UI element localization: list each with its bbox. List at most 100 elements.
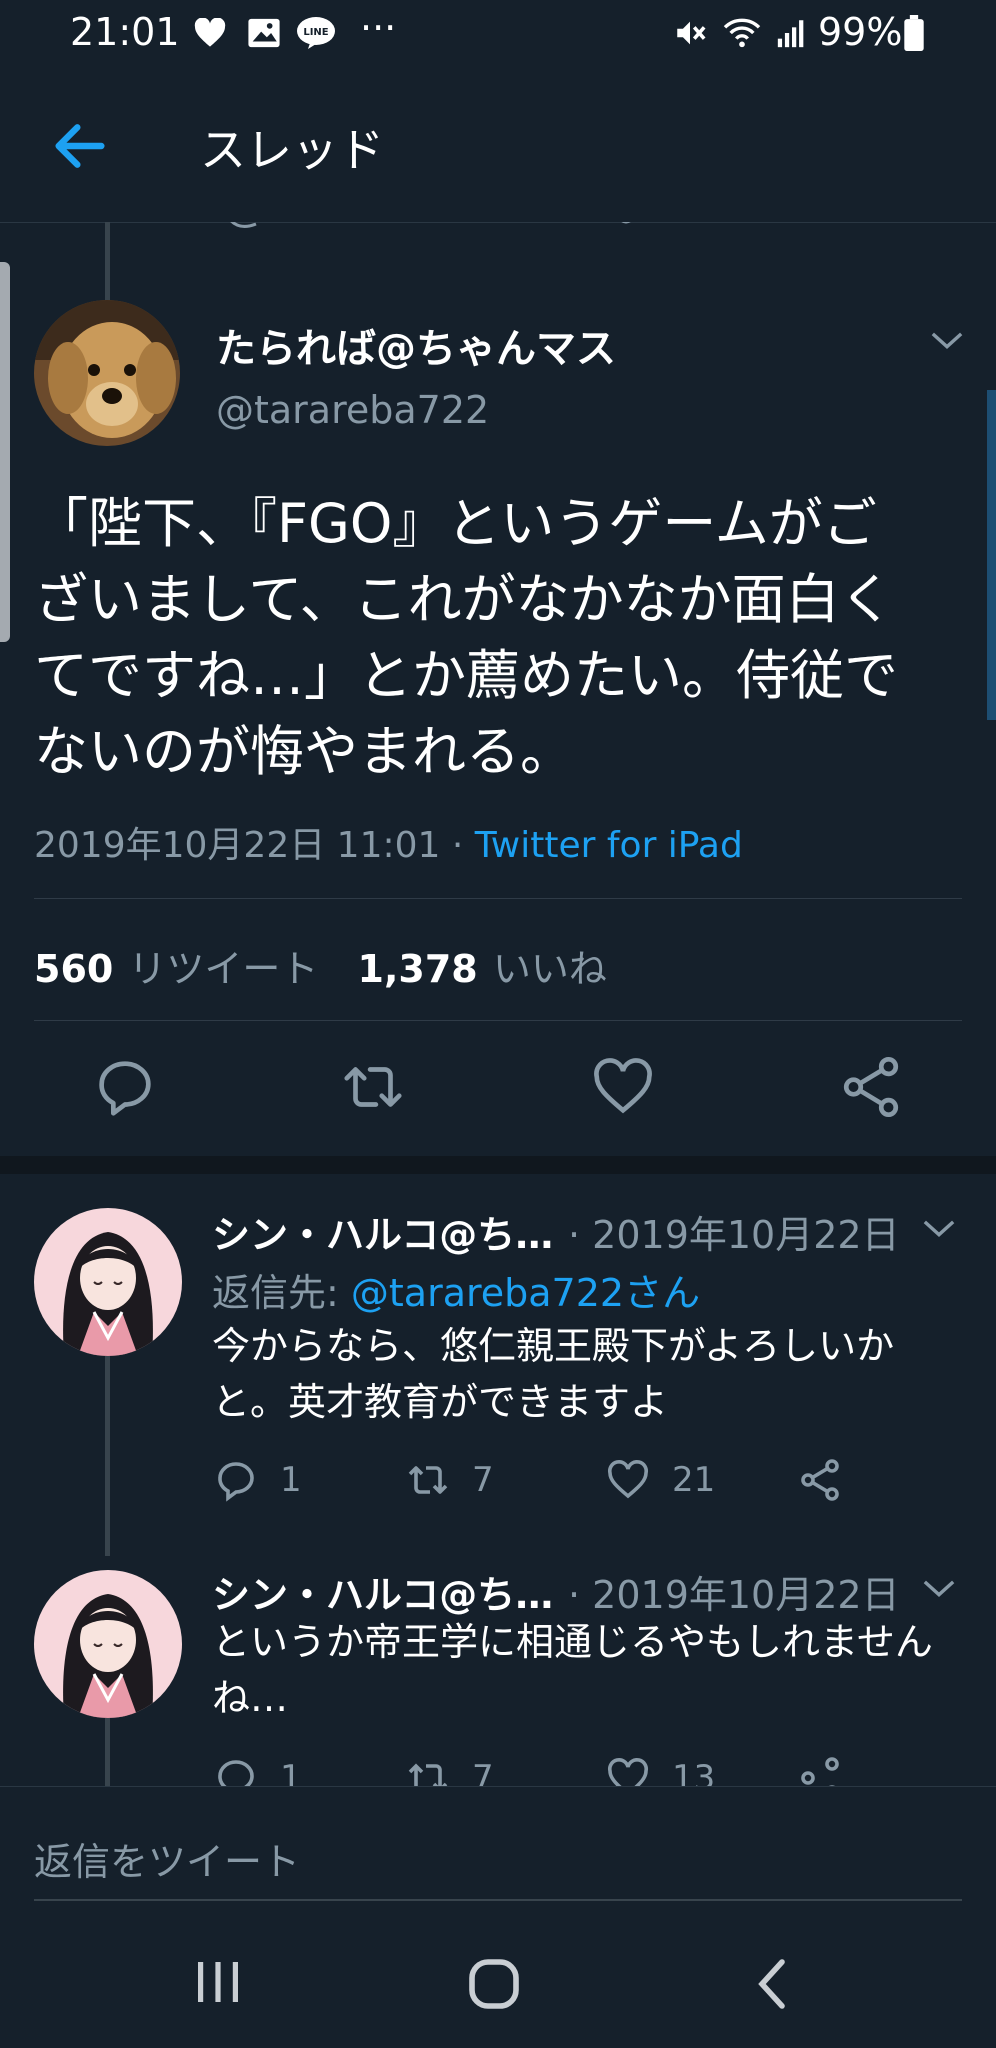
reply-share-button[interactable]	[796, 1754, 844, 1786]
avatar[interactable]	[34, 1208, 182, 1356]
battery-icon	[900, 14, 928, 52]
reply-text-line: というか帝王学に相通じるやもしれません	[212, 1620, 933, 1664]
reply-text-line: と。英才教育ができますよ	[212, 1380, 669, 1424]
retweet-count: 7	[472, 1460, 494, 1500]
retweet-count[interactable]: 560	[34, 947, 113, 991]
mute-icon	[670, 14, 710, 52]
reply-count: 1	[280, 1758, 302, 1786]
retweet-icon	[408, 1466, 448, 1494]
edge-panel-handle[interactable]	[0, 262, 10, 642]
like-count: 13	[672, 1758, 716, 1786]
tweet-text-line: ざいまして、これがなかなか面白く	[34, 568, 894, 631]
reply-author-name[interactable]: シン・ハルコ@ち…	[212, 1564, 553, 1619]
system-back-button[interactable]	[752, 1956, 792, 2012]
more-dots: ···	[360, 6, 397, 50]
reply-button[interactable]	[90, 1052, 160, 1122]
section-separator	[0, 1156, 996, 1174]
heart-outline-icon	[594, 1058, 652, 1114]
previous-tweet-cutoff	[0, 222, 996, 232]
system-nav-bar	[0, 1906, 996, 2048]
reply-like-button[interactable]: 21	[604, 1456, 715, 1504]
like-button[interactable]	[588, 1052, 658, 1122]
chevron-down-icon	[923, 1580, 955, 1597]
back-button[interactable]	[48, 114, 112, 178]
share-icon	[843, 1056, 899, 1118]
share-icon	[801, 1757, 839, 1786]
home-icon	[469, 1959, 519, 2009]
reply-date: · 2019年10月22日	[568, 1573, 900, 1617]
dog-avatar-image	[34, 300, 180, 446]
status-time: 21:01	[70, 10, 180, 54]
reply-icon	[218, 1760, 254, 1786]
reply-text: というか帝王学に相通じるやもしれません ね…	[212, 1614, 982, 1726]
retweet-icon	[408, 1763, 448, 1786]
svg-text:LINE: LINE	[303, 27, 328, 38]
scrollbar[interactable]	[987, 390, 996, 720]
page-title: スレッド	[200, 123, 384, 177]
home-button[interactable]	[466, 1956, 522, 2012]
reply-to-line: 返信先: @tarareba722さん	[212, 1262, 700, 1317]
heart-icon	[190, 14, 230, 52]
reply-author-name[interactable]: シン・ハルコ@ち…	[212, 1204, 553, 1259]
composer-underline	[34, 1899, 962, 1901]
reply-menu-button[interactable]	[922, 1218, 962, 1248]
recent-apps-icon	[198, 1962, 238, 2002]
chevron-down-icon	[931, 332, 963, 349]
anime-avatar-image	[34, 1208, 182, 1356]
reply-to-label: 返信先:	[212, 1271, 351, 1315]
reply-retweet-button[interactable]: 7	[404, 1754, 494, 1786]
reply-text-line: ね…	[212, 1676, 289, 1720]
reply-share-button[interactable]	[796, 1456, 844, 1504]
retweet-button[interactable]	[338, 1052, 408, 1122]
chevron-left-icon	[758, 1959, 785, 2009]
heart-outline-icon	[607, 1459, 649, 1499]
tweet-date: 2019年10月22日 11:01 ·	[34, 825, 475, 866]
image-icon	[244, 14, 284, 52]
author-name[interactable]: たられば@ちゃんマス	[216, 316, 616, 374]
avatar[interactable]	[34, 1570, 182, 1718]
reply-retweet-button[interactable]: 7	[404, 1456, 494, 1504]
reply-like-button[interactable]: 13	[604, 1754, 715, 1786]
chevron-down-icon	[923, 1220, 955, 1237]
divider	[34, 1020, 962, 1021]
status-bar: 21:01 LINE ··· 99%	[0, 0, 996, 66]
retweet-count: 7	[472, 1758, 494, 1786]
tweet-menu-button[interactable]	[930, 330, 970, 360]
tweet-client-link[interactable]: Twitter for iPad	[475, 825, 743, 866]
reply-to-handle[interactable]: @tarareba722さん	[351, 1271, 700, 1315]
reply-menu-button[interactable]	[922, 1578, 962, 1608]
heart-outline-icon	[607, 1757, 649, 1786]
reply-reply-button[interactable]: 1	[212, 1754, 302, 1786]
reply-input-placeholder[interactable]: 返信をツイート	[34, 1831, 300, 1886]
app-header: スレッド	[0, 66, 996, 223]
reply-icon	[99, 1061, 151, 1116]
tweet-text-line: ないのが悔やまれる。	[34, 720, 574, 783]
cutoff-action-row	[226, 222, 826, 232]
like-label[interactable]: いいね	[493, 947, 607, 991]
recent-apps-button[interactable]	[190, 1958, 246, 2006]
reply-icon	[218, 1462, 254, 1502]
share-icon	[801, 1459, 839, 1501]
author-handle[interactable]: @tarareba722	[216, 388, 489, 432]
reply-text-line: 今からなら、悠仁親王殿下がよろしいか	[212, 1324, 895, 1368]
avatar[interactable]	[34, 300, 180, 446]
tweet-text-line: てですね…」とか薦めたい。侍従で	[34, 644, 898, 707]
reply-text: 今からなら、悠仁親王殿下がよろしいか と。英才教育ができますよ	[212, 1318, 972, 1430]
retweet-label[interactable]: リツイート	[128, 947, 318, 991]
like-count: 21	[672, 1460, 716, 1500]
tweet-text: 「陛下、『FGO』というゲームがご ざいまして、これがなかなか面白く てですね……	[34, 486, 964, 790]
tweet-stats: 560 リツイート 1,378 いいね	[34, 938, 607, 993]
thread-connector	[105, 1356, 110, 1556]
battery-percent: 99%	[818, 10, 903, 54]
reply-date: · 2019年10月22日	[568, 1213, 900, 1257]
reply-actions-cutoff: 1 7 13	[0, 1746, 996, 1786]
share-button[interactable]	[836, 1052, 906, 1122]
tweet-text-line: 「陛下、『FGO』というゲームがご	[34, 492, 877, 555]
like-count[interactable]: 1,378	[358, 947, 478, 991]
reply-composer[interactable]: 返信をツイート	[0, 1786, 996, 1907]
tweet-meta: 2019年10月22日 11:01 · Twitter for iPad	[34, 816, 743, 868]
divider	[34, 898, 962, 899]
anime-avatar-image	[34, 1570, 182, 1718]
reply-reply-button[interactable]: 1	[212, 1456, 302, 1504]
thread-connector	[105, 222, 110, 302]
